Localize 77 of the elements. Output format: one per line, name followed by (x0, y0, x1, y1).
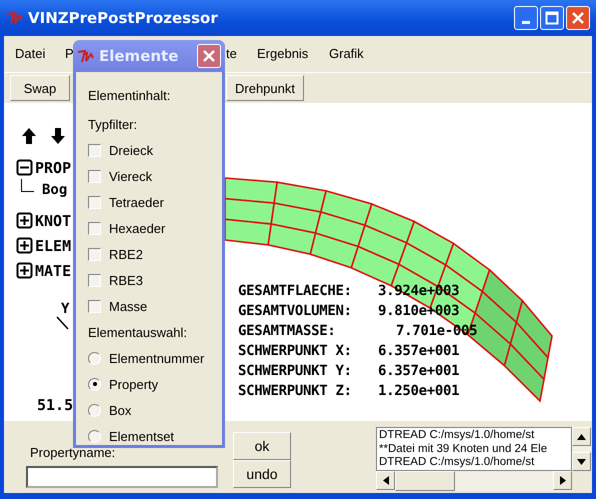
radio-button[interactable] (88, 352, 101, 364)
close-icon (571, 11, 585, 25)
expand-icon[interactable] (16, 237, 33, 254)
log-text-area[interactable]: DTREAD C:/msys/1.0/home/st **Datei mit 39 Knoten und 24 Ele DTREAD C:/msys/1.0/home/st (376, 427, 572, 471)
checkbox-label[interactable]: RBE3 (109, 272, 143, 288)
input-field[interactable] (26, 466, 218, 488)
expand-icon[interactable] (16, 212, 33, 229)
close-button[interactable] (197, 44, 221, 68)
result-value: 6.357e+001 (378, 343, 460, 359)
checkbox-label[interactable]: Hexaeder (109, 220, 166, 236)
result-label: GESAMTMASSE: (238, 323, 337, 339)
close-button[interactable] (566, 6, 590, 30)
tree-item[interactable]: ELEM (35, 236, 72, 254)
checkbox[interactable] (88, 170, 101, 182)
field-label: Propertyname: (30, 445, 116, 460)
down-arrow-icon[interactable] (50, 127, 66, 145)
result-label: GESAMTVOLUMEN: (238, 303, 353, 319)
section-label: Elementinhalt: (88, 86, 172, 104)
checkbox-label[interactable]: Viereck (109, 168, 152, 184)
checkbox-label[interactable]: RBE2 (109, 246, 143, 262)
radio-button[interactable] (88, 404, 101, 416)
result-label: SCHWERPUNKT Z: (238, 383, 353, 399)
checkbox-label[interactable]: Tetraeder (109, 194, 164, 210)
action-button[interactable]: undo (233, 460, 291, 488)
zoom-value: 51.5 (37, 396, 74, 414)
scroll-up-icon[interactable] (572, 427, 591, 446)
toolbar-button[interactable]: Drehpunkt (226, 75, 304, 101)
radio-button[interactable] (88, 378, 101, 390)
menu-item[interactable]: P (65, 46, 74, 61)
section-label: Elementauswahl: (88, 324, 188, 342)
menu-item[interactable]: Datei (15, 46, 46, 61)
minimize-icon (522, 20, 530, 24)
result-value: 1.250e+001 (378, 383, 460, 399)
tree-item[interactable]: PROP (35, 158, 72, 176)
tree-item[interactable]: MATE (35, 262, 72, 280)
checkbox[interactable] (88, 300, 101, 312)
axis-label: Y (61, 301, 70, 317)
vertical-scrollbar[interactable] (572, 427, 592, 471)
menu-item[interactable]: Grafik (329, 46, 364, 61)
up-arrow-icon[interactable] (21, 127, 37, 145)
checkbox[interactable] (88, 248, 101, 260)
checkbox[interactable] (88, 144, 101, 156)
checkbox[interactable] (88, 196, 101, 208)
result-label: SCHWERPUNKT Y: (238, 363, 353, 379)
menu-item[interactable]: Ergebnis (257, 46, 308, 61)
maximize-button[interactable] (540, 6, 564, 30)
horizontal-scrollbar[interactable] (376, 471, 572, 491)
action-button[interactable]: ok (233, 432, 291, 460)
tree-item[interactable]: Bog (42, 182, 68, 198)
minimize-button[interactable] (514, 6, 538, 30)
dialog-title: Elemente (99, 47, 178, 65)
section-label: Typfilter: (88, 116, 138, 134)
radio-label[interactable]: Elementset (109, 428, 174, 444)
toolbar-button[interactable]: Swap (10, 75, 70, 101)
radio-label[interactable]: Elementnummer (109, 350, 204, 366)
result-value: 6.357e+001 (378, 363, 460, 379)
result-label: GESAMTFLAECHE: (238, 283, 353, 299)
checkbox-label[interactable]: Dreieck (109, 142, 154, 158)
scroll-thumb[interactable] (395, 471, 455, 491)
window-title: VINZPrePostProzessor (28, 9, 218, 27)
maximize-icon (545, 11, 559, 25)
radio-label[interactable]: Box (109, 402, 132, 418)
scroll-down-icon[interactable] (572, 452, 591, 471)
checkbox-label[interactable]: Masse (109, 298, 148, 314)
checkbox[interactable] (88, 222, 101, 234)
close-icon (202, 49, 216, 63)
checkbox[interactable] (88, 274, 101, 286)
expand-icon[interactable] (16, 262, 33, 279)
result-label: SCHWERPUNKT X: (238, 343, 353, 359)
scroll-right-icon[interactable] (553, 471, 572, 490)
radio-label[interactable]: Property (109, 376, 158, 392)
menu-item[interactable]: te (226, 46, 237, 61)
axis-icon (56, 315, 70, 331)
tree-item[interactable]: KNOT (35, 212, 72, 230)
collapse-icon[interactable] (16, 159, 33, 176)
scroll-left-icon[interactable] (376, 471, 395, 490)
radio-button[interactable] (88, 430, 101, 442)
